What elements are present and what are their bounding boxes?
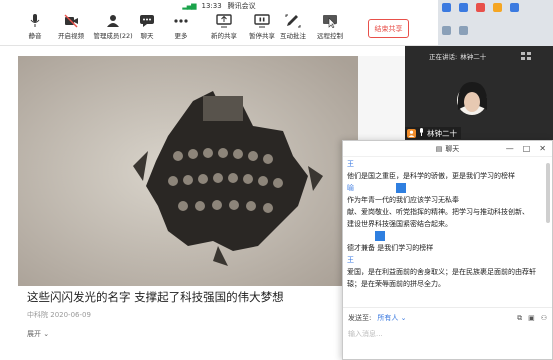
chat-input[interactable]: 输入消息... <box>348 329 383 339</box>
chat-scrollbar[interactable] <box>546 163 550 223</box>
window-icon[interactable] <box>459 3 468 12</box>
share-screen-icon <box>216 14 232 28</box>
extension-icon[interactable] <box>510 3 519 12</box>
meeting-toolbar: ▂▄▆ 13:33 腾讯会议 静音 开启视频 管理成员(22) 聊天 更多 新的… <box>0 0 438 46</box>
article-title[interactable]: 这些闪闪发光的名字 支撑起了科技强国的伟大梦想 <box>27 289 387 305</box>
pause-share-icon <box>254 14 270 28</box>
microphone-icon <box>30 14 40 27</box>
more-icon <box>174 19 188 23</box>
browser-toolbar <box>438 0 553 46</box>
star-icon[interactable] <box>442 26 451 35</box>
remote-control-button[interactable]: 远程控制 <box>307 14 353 40</box>
send-to-label: 发送至: <box>348 314 372 322</box>
expand-link[interactable]: 展开 ⌄ <box>27 329 49 339</box>
chevron-down-icon: ⌄ <box>400 314 407 322</box>
chat-messages: 王 他们是国之重臣，是科学的骄傲，更是我们学习的榜样 喻 作为年青一代的我们应该… <box>347 158 542 290</box>
speaking-indicator: 正在讲话: 林钟二十 <box>405 46 553 66</box>
speaker-name-tag: 林钟二十 <box>405 127 461 139</box>
minimize-icon[interactable]: — <box>506 144 514 153</box>
message-sender: 王 <box>347 160 354 168</box>
message-text: 他们是国之重臣，是科学的骄傲，更是我们学习的榜样 <box>347 172 515 180</box>
start-video-button[interactable]: 开启视频 <box>48 14 94 40</box>
camera-off-icon <box>64 14 78 28</box>
members-icon <box>107 15 119 27</box>
window-icon[interactable] <box>442 3 451 12</box>
article-date: 2020-06-09 <box>50 311 91 319</box>
message-text: 德才兼备 是我们学习的榜样 <box>347 244 434 252</box>
remote-control-icon <box>323 15 337 28</box>
microphone-icon <box>419 128 424 138</box>
speaker-name: 林钟二十 <box>427 128 457 138</box>
annotate-icon <box>285 14 301 28</box>
emoji-block <box>396 183 407 193</box>
historic-group-photo <box>18 56 358 286</box>
chat-window: ▤ 聊天 — □ ✕ 王 他们是国之重臣，是科学的骄傲，更是我们学习的榜样 喻 … <box>342 140 553 360</box>
message-sender: 王 <box>347 256 354 264</box>
signal-icon: ▂▄▆ <box>182 1 196 10</box>
grid-view-icon[interactable] <box>521 52 531 60</box>
message-text: 辕；是在荣辱面前的拼尽全力。 <box>347 280 445 288</box>
chevron-down-icon: ⌄ <box>43 330 50 338</box>
message-text: 建设世界科技强国紧密结合起来。 <box>347 220 452 228</box>
end-share-button[interactable]: 结束共享 <box>368 19 409 38</box>
menu-icon[interactable] <box>459 26 468 35</box>
article-meta: 中科院 2020-06-09 <box>27 310 91 320</box>
message-text: 爱国，是在利益面前的舍身取义；是在民族裹足面前的由荐轩 <box>347 268 536 276</box>
chat-title: 聊天 <box>445 144 460 153</box>
file-icon[interactable]: ⧉ <box>517 314 522 323</box>
meeting-status: ▂▄▆ 13:33 腾讯会议 <box>0 0 438 11</box>
close-icon[interactable]: ✕ <box>539 144 546 153</box>
user-icon <box>407 128 416 138</box>
more-button[interactable]: 更多 <box>158 14 204 40</box>
user-icon[interactable] <box>476 3 485 12</box>
maximize-icon[interactable]: □ <box>523 144 531 153</box>
chat-title-icon: ▤ <box>435 144 443 153</box>
article-source: 中科院 <box>27 311 48 319</box>
user-settings-icon[interactable]: ⚇ <box>541 314 547 322</box>
save-icon[interactable]: ▣ <box>528 314 535 322</box>
article-photo <box>18 56 358 286</box>
message-text: 献、爱岗敬业、听党指挥的精神。把学习与推动科技创新、 <box>347 208 529 216</box>
meeting-time: 13:33 <box>201 1 222 10</box>
key-icon[interactable] <box>493 3 502 12</box>
chat-composer: 发送至: 所有人 ⌄ ⧉ ▣ ⚇ 输入消息... <box>343 307 552 359</box>
message-text: 作为年青一代的我们应该学习无私奉 <box>347 196 459 204</box>
chat-header: ▤ 聊天 — □ ✕ <box>343 141 552 157</box>
message-sender: 喻 <box>347 184 354 192</box>
emoji-block <box>375 231 385 241</box>
chat-icon <box>140 15 154 27</box>
app-name: 腾讯会议 <box>227 1 256 10</box>
send-to-select[interactable]: 所有人 ⌄ <box>377 313 406 323</box>
